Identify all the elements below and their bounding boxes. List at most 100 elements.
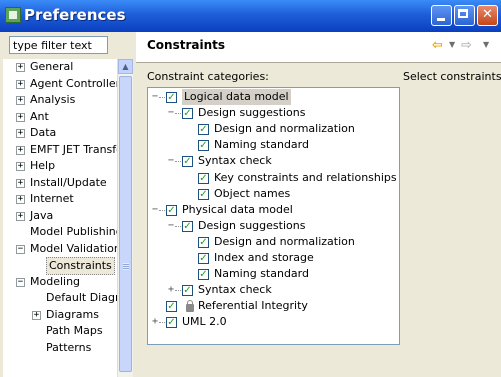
expand-icon[interactable]: +	[168, 282, 174, 298]
expand-icon[interactable]: +	[16, 112, 25, 122]
checkbox[interactable]: ✓	[166, 92, 177, 103]
nav-item-agent-controller[interactable]: + Agent Controller	[3, 76, 117, 92]
expand-icon[interactable]: +	[16, 195, 25, 204]
nav-item-patterns[interactable]: Patterns	[3, 340, 117, 356]
collapse-icon[interactable]: −	[168, 105, 174, 121]
checkbox[interactable]: ✓	[182, 220, 193, 232]
checkbox[interactable]: ✓	[198, 124, 209, 136]
scroll-thumb[interactable]	[119, 76, 132, 372]
nav-item-java[interactable]: + Java	[3, 208, 117, 224]
expand-icon[interactable]: +	[32, 310, 41, 320]
checkbox[interactable]: ✓	[198, 236, 209, 248]
tree-node-label: Design suggestions	[198, 106, 306, 120]
nav-item-diagrams[interactable]: + Diagrams	[3, 307, 117, 323]
checkbox[interactable]: ✓	[198, 188, 209, 200]
nav-item-install-update[interactable]: + Install/Update	[3, 175, 117, 191]
nav-item-ant[interactable]: + Ant	[3, 109, 117, 125]
title-bar: Preferences ✕	[0, 0, 501, 32]
nav-item-model-publishing[interactable]: Model Publishing	[3, 224, 117, 240]
nav-item-analysis[interactable]: + Analysis	[3, 92, 117, 108]
tree-node-design-and-normalization[interactable]: ✓ Design and normalization	[148, 121, 399, 137]
back-arrow-icon[interactable]: ⇦	[432, 38, 443, 53]
expand-icon[interactable]: +	[16, 211, 25, 221]
nav-item-label: Patterns	[46, 340, 92, 354]
collapse-icon[interactable]: −	[152, 89, 158, 105]
page-header: Constraints ⇦ ▼ ⇨ ▼	[136, 32, 501, 63]
checkbox[interactable]: ✓	[182, 285, 193, 297]
preferences-app-icon	[5, 7, 21, 23]
scroll-up-button[interactable]: ▲	[118, 59, 133, 74]
nav-item-data[interactable]: + Data	[3, 125, 117, 141]
checkbox[interactable]: ✓	[198, 253, 209, 264]
nav-item-modeling[interactable]: − Modeling	[3, 274, 117, 290]
collapse-icon[interactable]: −	[168, 153, 174, 169]
nav-item-model-validation[interactable]: − Model Validation	[3, 241, 117, 257]
scroll-grip-icon	[123, 263, 129, 270]
nav-item-label: General	[30, 60, 74, 73]
nav-item-constraints[interactable]: Constraints	[3, 257, 117, 275]
constraint-categories-tree: − ✓ Logical data model − ✓ Design suggestions…	[147, 87, 400, 345]
tree-node-syntax-check[interactable]: + ✓ Syntax check	[148, 282, 399, 298]
right-panel: Constraints ⇦ ▼ ⇨ ▼ Constraint categorie…	[136, 32, 501, 345]
tree-node-label: Index and storage	[214, 251, 314, 264]
tree-node-physical-data-model[interactable]: − ✓ Physical data model	[148, 202, 399, 218]
expand-icon[interactable]: +	[16, 79, 25, 89]
filter-input[interactable]	[9, 36, 108, 54]
expand-icon[interactable]: +	[16, 96, 25, 105]
tree-node-referential-integrity[interactable]: ✓ Referential Integrity	[148, 298, 399, 314]
expand-icon[interactable]: +	[152, 314, 158, 330]
nav-item-emft-jet-transfo[interactable]: + EMFT JET Transfo	[3, 142, 117, 158]
checkbox[interactable]: ✓	[198, 172, 209, 184]
close-button[interactable]: ✕	[477, 5, 498, 26]
checkbox[interactable]: ✓	[166, 204, 177, 216]
tree-node-syntax-check[interactable]: − ✓ Syntax check	[148, 153, 399, 169]
tree-node-design-suggestions[interactable]: − ✓ Design suggestions	[148, 218, 399, 234]
nav-item-default-diagra[interactable]: Default Diagra	[3, 290, 117, 306]
collapse-icon[interactable]: −	[16, 277, 25, 287]
expand-icon[interactable]: +	[16, 145, 25, 155]
select-constraints-label: Select constraints	[403, 70, 501, 83]
expand-icon[interactable]: +	[16, 63, 25, 72]
tree-node-object-names[interactable]: ✓ Object names	[148, 186, 399, 202]
back-dropdown-icon[interactable]: ▼	[449, 40, 455, 49]
checkbox[interactable]: ✓	[182, 108, 193, 120]
nav-item-label: Modeling	[30, 274, 81, 288]
nav-item-label: Default Diagra	[46, 291, 117, 304]
expand-icon[interactable]: +	[16, 178, 25, 188]
tree-node-key-constraints-and-relationships[interactable]: ✓ Key constraints and relationships	[148, 170, 399, 186]
minimize-button[interactable]	[431, 5, 452, 26]
nav-item-label: EMFT JET Transfo	[30, 142, 117, 156]
tree-node-label: Key constraints and relationships	[214, 170, 397, 184]
nav-item-internet[interactable]: + Internet	[3, 191, 117, 207]
tree-node-uml-2-0[interactable]: + ✓ UML 2.0	[148, 314, 399, 330]
tree-node-logical-data-model[interactable]: − ✓ Logical data model	[148, 89, 399, 105]
view-menu-icon[interactable]: ▼	[483, 40, 489, 49]
tree-node-label: Logical data model	[182, 89, 291, 105]
collapse-icon[interactable]: −	[16, 244, 25, 254]
tree-node-design-suggestions[interactable]: − ✓ Design suggestions	[148, 105, 399, 121]
collapse-icon[interactable]: −	[152, 202, 158, 218]
checkbox[interactable]: ✓	[182, 156, 193, 168]
collapse-icon[interactable]: −	[168, 218, 174, 234]
forward-arrow-icon[interactable]: ⇨	[461, 38, 472, 53]
tree-connector	[159, 209, 165, 211]
checkbox[interactable]: ✓	[198, 140, 209, 152]
expand-icon[interactable]: +	[16, 129, 25, 138]
checkbox[interactable]: ✓	[166, 317, 177, 329]
tree-node-design-and-normalization[interactable]: ✓ Design and normalization	[148, 234, 399, 250]
checkbox[interactable]: ✓	[198, 269, 209, 281]
tree-connector	[159, 322, 165, 324]
tree-node-naming-standard[interactable]: ✓ Naming standard	[148, 137, 399, 153]
nav-scrollbar[interactable]: ▲	[117, 59, 133, 377]
tree-node-naming-standard[interactable]: ✓ Naming standard	[148, 266, 399, 282]
nav-item-label: Model Publishing	[30, 225, 117, 238]
nav-item-help[interactable]: + Help	[3, 158, 117, 174]
nav-item-path-maps[interactable]: Path Maps	[3, 323, 117, 339]
checkbox[interactable]: ✓	[166, 301, 177, 313]
tree-node-label: Referential Integrity	[198, 299, 308, 313]
maximize-button[interactable]	[454, 5, 475, 26]
nav-item-general[interactable]: + General	[3, 59, 117, 75]
tree-node-index-and-storage[interactable]: ✓ Index and storage	[148, 250, 399, 266]
tree-node-label: Design and normalization	[214, 234, 355, 248]
expand-icon[interactable]: +	[16, 162, 25, 171]
